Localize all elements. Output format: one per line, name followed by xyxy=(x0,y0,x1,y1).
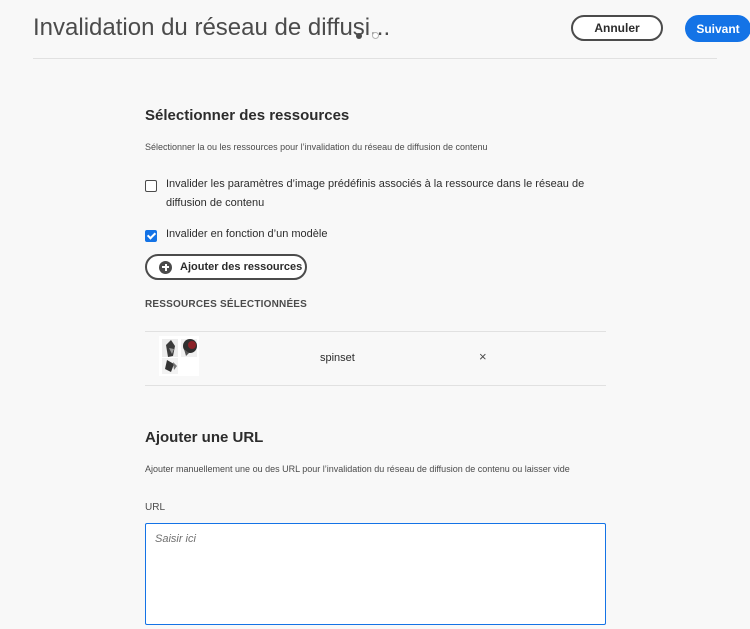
url-field-label: URL xyxy=(145,502,166,513)
cancel-button[interactable]: Annuler xyxy=(571,15,663,41)
select-resources-heading: Sélectionner des ressources xyxy=(145,107,350,124)
selected-resources-heading: RESSOURCES SÉLECTIONNÉES xyxy=(145,299,308,310)
select-resources-description: Sélectionner la ou les ressources pour l… xyxy=(145,142,488,152)
presets-checkbox-label: Invalider les paramètres d’image prédéfi… xyxy=(166,178,585,209)
resource-thumbnail xyxy=(159,336,199,376)
template-checkbox[interactable] xyxy=(145,230,157,242)
url-input[interactable] xyxy=(145,523,606,625)
add-url-heading: Ajouter une URL xyxy=(145,429,264,446)
step-indicator xyxy=(356,32,379,39)
option-presets[interactable]: Invalider les paramètres d’image prédéfi… xyxy=(145,178,586,213)
page-title: Invalidation du réseau de diffusi... xyxy=(33,14,391,41)
close-icon[interactable]: × xyxy=(479,349,487,364)
resource-name: spinset xyxy=(320,352,355,364)
step-dot-active xyxy=(356,32,362,39)
next-button[interactable]: Suivant xyxy=(685,15,750,42)
add-resources-button[interactable]: Ajouter des ressources xyxy=(145,254,307,280)
option-template[interactable]: Invalider en fonction d’un modèle xyxy=(145,228,586,244)
plus-circle-icon xyxy=(159,260,172,274)
step-dot-inactive xyxy=(372,32,379,39)
add-resources-label: Ajouter des ressources xyxy=(180,261,303,273)
presets-checkbox[interactable] xyxy=(145,180,157,192)
add-url-description: Ajouter manuellement une ou des URL pour… xyxy=(145,464,570,474)
template-checkbox-label: Invalider en fonction d’un modèle xyxy=(166,228,328,240)
table-row: spinset × xyxy=(145,331,606,386)
page-header: Invalidation du réseau de diffusi... Ann… xyxy=(33,0,750,59)
